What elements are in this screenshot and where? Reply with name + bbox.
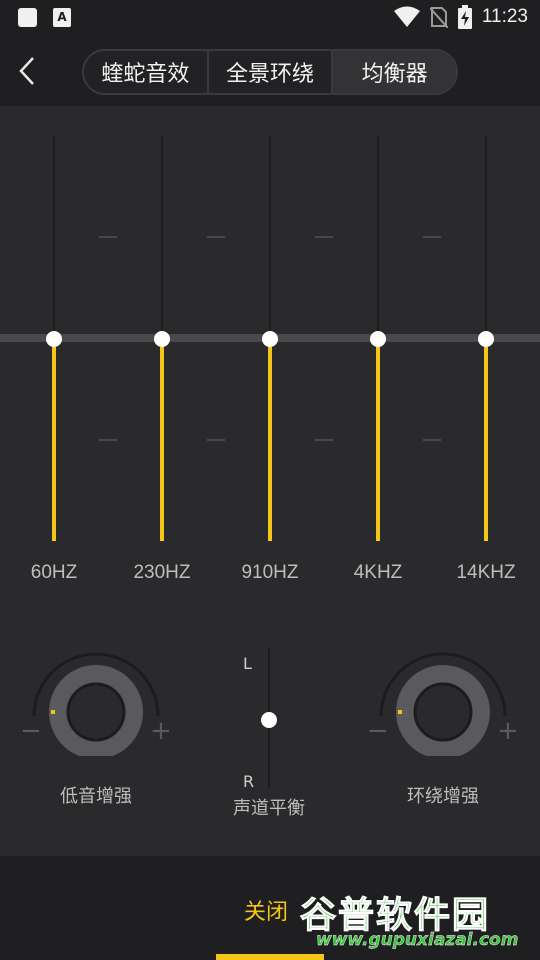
surround-boost-dial[interactable]: [378, 646, 508, 756]
band-fill: [160, 339, 164, 541]
bass-dial-graphic: [32, 652, 160, 756]
band-label-60hz: 60HZ: [30, 562, 78, 583]
grid-tick: [99, 236, 117, 238]
grid-tick: [207, 236, 225, 238]
balance-right-label: R: [243, 772, 255, 791]
tab-viper-effect[interactable]: 蝰蛇音效: [84, 51, 209, 93]
effects-panel: − + 低音增强 L R 声道平衡 − + 环绕增强: [0, 606, 540, 856]
balance-left-label: L: [243, 654, 252, 673]
band-fill: [52, 339, 56, 541]
close-effects-button[interactable]: 关闭: [244, 894, 288, 926]
bass-boost-dial[interactable]: [31, 646, 161, 756]
watermark-url: www.gupuxiazai.com: [316, 930, 519, 950]
bass-decrease-button[interactable]: −: [20, 716, 42, 746]
notification-square-icon: [18, 8, 37, 27]
band-handle[interactable]: [262, 331, 278, 347]
no-sim-icon: [429, 7, 448, 28]
surround-increase-button[interactable]: +: [497, 716, 519, 746]
band-slider-4khz[interactable]: [370, 136, 386, 541]
grid-tick: [207, 439, 225, 441]
equalizer-panel: 60HZ 230HZ 910HZ 4KHZ 14KHZ: [0, 106, 540, 606]
surround-decrease-button[interactable]: −: [367, 716, 389, 746]
wifi-icon: [393, 6, 420, 27]
watermark-logo: 谷普软件园 www.gupuxiazai.com: [298, 884, 540, 960]
band-label-910hz: 910HZ: [241, 562, 299, 583]
grid-tick: [99, 439, 117, 441]
band-slider-14khz[interactable]: [478, 136, 494, 541]
chevron-left-icon: [19, 57, 34, 85]
band-handle[interactable]: [46, 331, 62, 347]
status-time: 11:23: [481, 6, 528, 27]
status-bar: A 11:23: [0, 0, 540, 36]
grid-tick: [315, 439, 333, 441]
balance-label: 声道平衡: [233, 798, 305, 819]
tab-equalizer[interactable]: 均衡器: [333, 51, 456, 93]
app-header: 蝰蛇音效 全景环绕 均衡器: [0, 36, 540, 106]
battery-charging-icon: [457, 5, 472, 29]
bass-increase-button[interactable]: +: [150, 716, 172, 746]
surround-dial-graphic: [379, 652, 507, 756]
band-slider-910hz[interactable]: [262, 136, 278, 541]
surround-boost-label: 环绕增强: [407, 786, 479, 807]
band-fill: [484, 339, 488, 541]
band-label-230hz: 230HZ: [133, 562, 191, 583]
grid-tick: [315, 236, 333, 238]
band-handle[interactable]: [154, 331, 170, 347]
band-label-14khz: 14KHZ: [456, 562, 516, 583]
back-button[interactable]: [10, 52, 44, 90]
band-slider-230hz[interactable]: [154, 136, 170, 541]
bass-boost-label: 低音增强: [60, 786, 132, 807]
grid-tick: [423, 236, 441, 238]
band-label-4khz: 4KHZ: [353, 562, 403, 583]
bottom-bar: 关闭 谷普软件园 www.gupuxiazai.com: [0, 856, 540, 960]
grid-tick: [423, 439, 441, 441]
effect-tabs: 蝰蛇音效 全景环绕 均衡器: [82, 49, 458, 95]
band-slider-60hz[interactable]: [46, 136, 62, 541]
band-handle[interactable]: [478, 331, 494, 347]
tab-surround[interactable]: 全景环绕: [209, 51, 334, 93]
text-a-icon: A: [53, 8, 71, 27]
band-fill: [268, 339, 272, 541]
band-handle[interactable]: [370, 331, 386, 347]
balance-handle[interactable]: [261, 712, 277, 728]
band-fill: [376, 339, 380, 541]
